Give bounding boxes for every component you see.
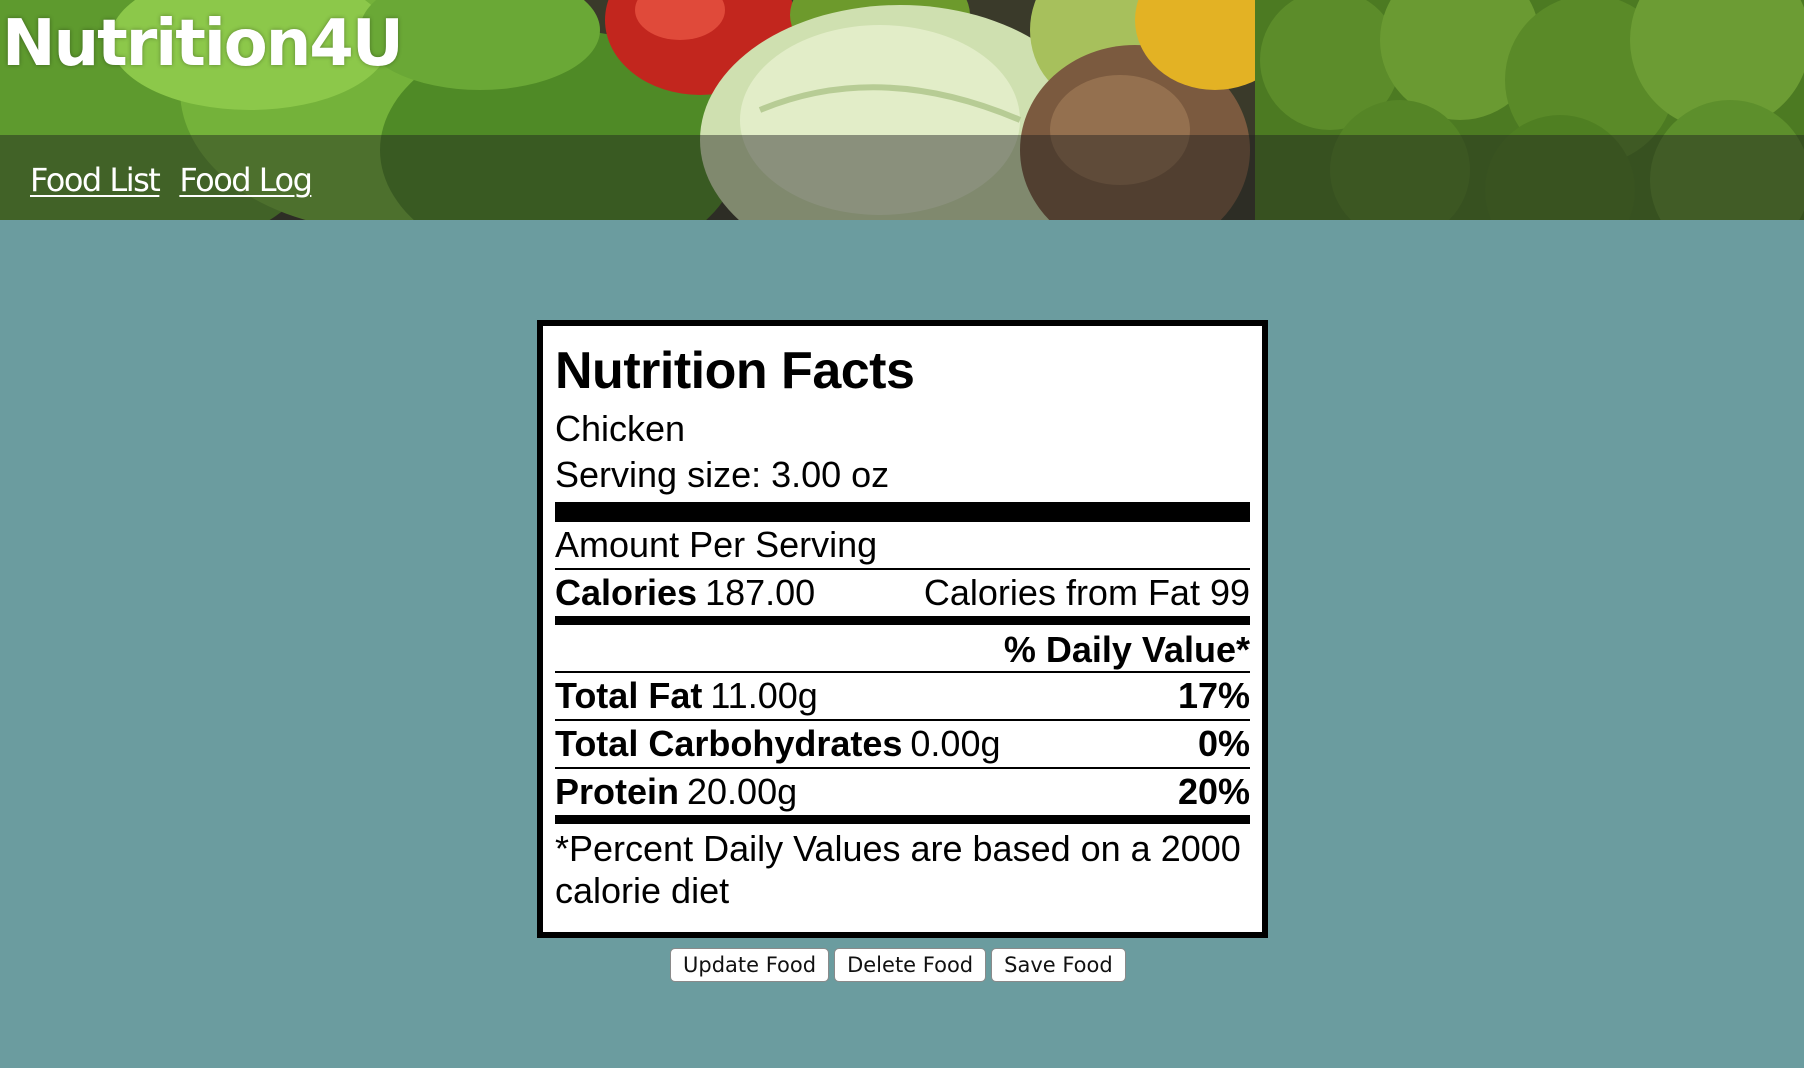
nav-link-food-log[interactable]: Food Log <box>179 158 313 202</box>
site-header: Nutrition4U Food List Food Log <box>0 0 1804 220</box>
nutrient-daily-value: 20% <box>1177 771 1250 812</box>
nav-link-food-list[interactable]: Food List <box>30 158 161 202</box>
serving-size: Serving size: 3.00 oz <box>555 454 890 495</box>
calories-from-fat: Calories from Fat 99 <box>923 572 1250 613</box>
food-actions: Update Food Delete Food Save Food <box>670 948 1126 982</box>
divider-medium <box>555 616 1250 625</box>
nutrient-row-protein: Protein 20.00g 20% <box>555 769 1250 815</box>
nutrient-row-total-carbohydrates: Total Carbohydrates 0.00g 0% <box>555 721 1250 767</box>
nutrient-daily-value: 17% <box>1177 675 1250 716</box>
calories-label: Calories <box>555 572 698 613</box>
food-name: Chicken <box>555 408 686 449</box>
daily-value-footnote: *Percent Daily Values are based on a 200… <box>555 828 1241 911</box>
nutrient-name: Total Carbohydrates <box>555 723 903 764</box>
nutrient-amount: 20.00g <box>687 771 798 812</box>
update-food-button[interactable]: Update Food <box>670 948 830 982</box>
divider-medium <box>555 815 1250 824</box>
calories-value: 187.00 <box>705 572 816 613</box>
nutrient-amount: 0.00g <box>910 723 1001 764</box>
nutrient-amount: 11.00g <box>710 675 818 716</box>
label-title: Nutrition Facts <box>555 342 915 400</box>
daily-value-header: % Daily Value* <box>1003 629 1250 670</box>
site-title[interactable]: Nutrition4U <box>2 4 404 84</box>
save-food-button[interactable]: Save Food <box>991 948 1126 982</box>
nutrient-row-total-fat: Total Fat 11.00g 17% <box>555 673 1250 719</box>
nutrient-daily-value: 0% <box>1197 723 1250 764</box>
nutrient-name: Protein <box>555 771 680 812</box>
delete-food-button[interactable]: Delete Food <box>834 948 987 982</box>
amount-per-serving-row: Amount Per Serving <box>555 522 1250 568</box>
calories-row: Calories 187.00 Calories from Fat 99 <box>555 570 1250 616</box>
divider-thick <box>555 502 1250 522</box>
amount-per-serving: Amount Per Serving <box>555 524 878 565</box>
nutrient-name: Total Fat <box>555 675 703 716</box>
nutrition-facts-label: Nutrition Facts Chicken Serving size: 3.… <box>537 320 1268 938</box>
main-nav: Food List Food Log <box>30 158 313 202</box>
